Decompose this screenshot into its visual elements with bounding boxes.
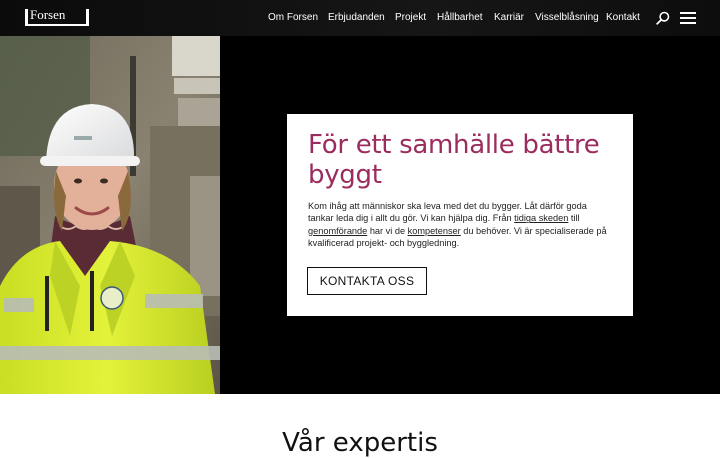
link-genomforande[interactable]: genomförande (308, 226, 367, 236)
contact-us-button[interactable]: KONTAKTA OSS (307, 267, 427, 295)
hero-photo (0, 36, 220, 394)
hero-photo-illustration (0, 36, 220, 394)
nav-item-karriar[interactable]: Karriär (494, 12, 524, 23)
hamburger-menu-icon[interactable] (680, 11, 696, 25)
hero-card: För ett samhälle bättre byggt Kom ihåg a… (287, 114, 633, 316)
hero-text-part: har vi de (367, 225, 408, 236)
forsen-logo[interactable]: Forsen (25, 8, 89, 26)
expertise-heading: Vår expertis (282, 428, 438, 458)
nav-item-erbjudanden[interactable]: Erbjudanden (328, 12, 385, 23)
hero-description: Kom ihåg att människor ska leva med det … (308, 200, 613, 249)
hero-text-part: till (568, 213, 580, 224)
link-tidiga-skeden[interactable]: tidiga skeden (514, 213, 568, 223)
hero-section: För ett samhälle bättre byggt Kom ihåg a… (0, 36, 720, 394)
site-header: Forsen Om Forsen Erbjudanden Projekt Hål… (0, 0, 720, 36)
link-kompetenser[interactable]: kompetenser (408, 226, 461, 236)
nav-item-visselblasning[interactable]: Visselblåsning (535, 12, 599, 23)
nav-item-hallbarhet[interactable]: Hållbarhet (437, 12, 483, 23)
search-icon[interactable] (656, 11, 670, 25)
nav-item-projekt[interactable]: Projekt (395, 12, 426, 23)
nav-item-om-forsen[interactable]: Om Forsen (268, 12, 318, 23)
hero-title: För ett samhälle bättre byggt (308, 130, 600, 190)
nav-item-kontakt[interactable]: Kontakt (606, 12, 640, 23)
